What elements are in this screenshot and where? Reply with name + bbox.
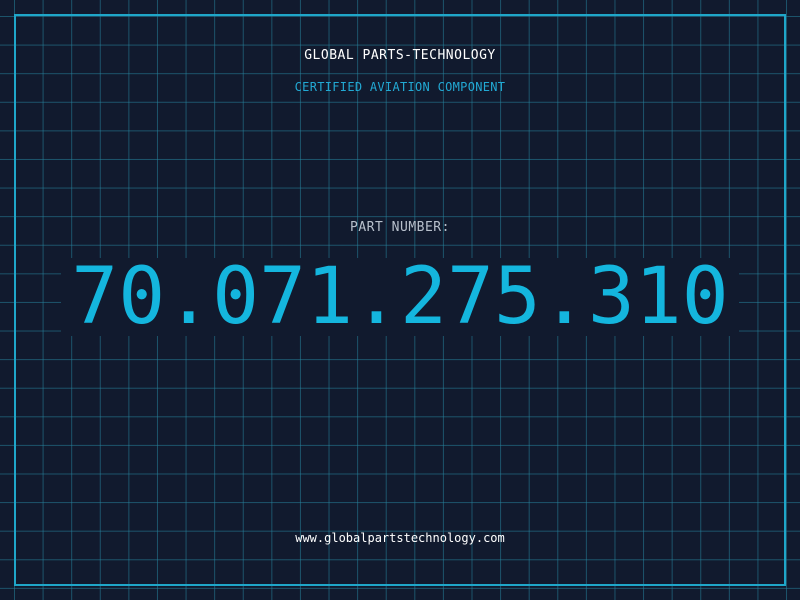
part-number-label: PART NUMBER: (350, 220, 450, 235)
tagline: CERTIFIED AVIATION COMPONENT (294, 80, 506, 94)
part-number-panel: 70.071.275.310 (61, 258, 739, 336)
part-number-backdrop: 70.071.275.310 (61, 258, 739, 336)
part-number-value: 70.071.275.310 (71, 252, 729, 342)
website-url: www.globalpartstechnology.com (295, 531, 505, 545)
label-card: GLOBAL PARTS-TECHNOLOGY CERTIFIED AVIATI… (0, 0, 800, 600)
brand-name: GLOBAL PARTS-TECHNOLOGY (304, 48, 496, 63)
